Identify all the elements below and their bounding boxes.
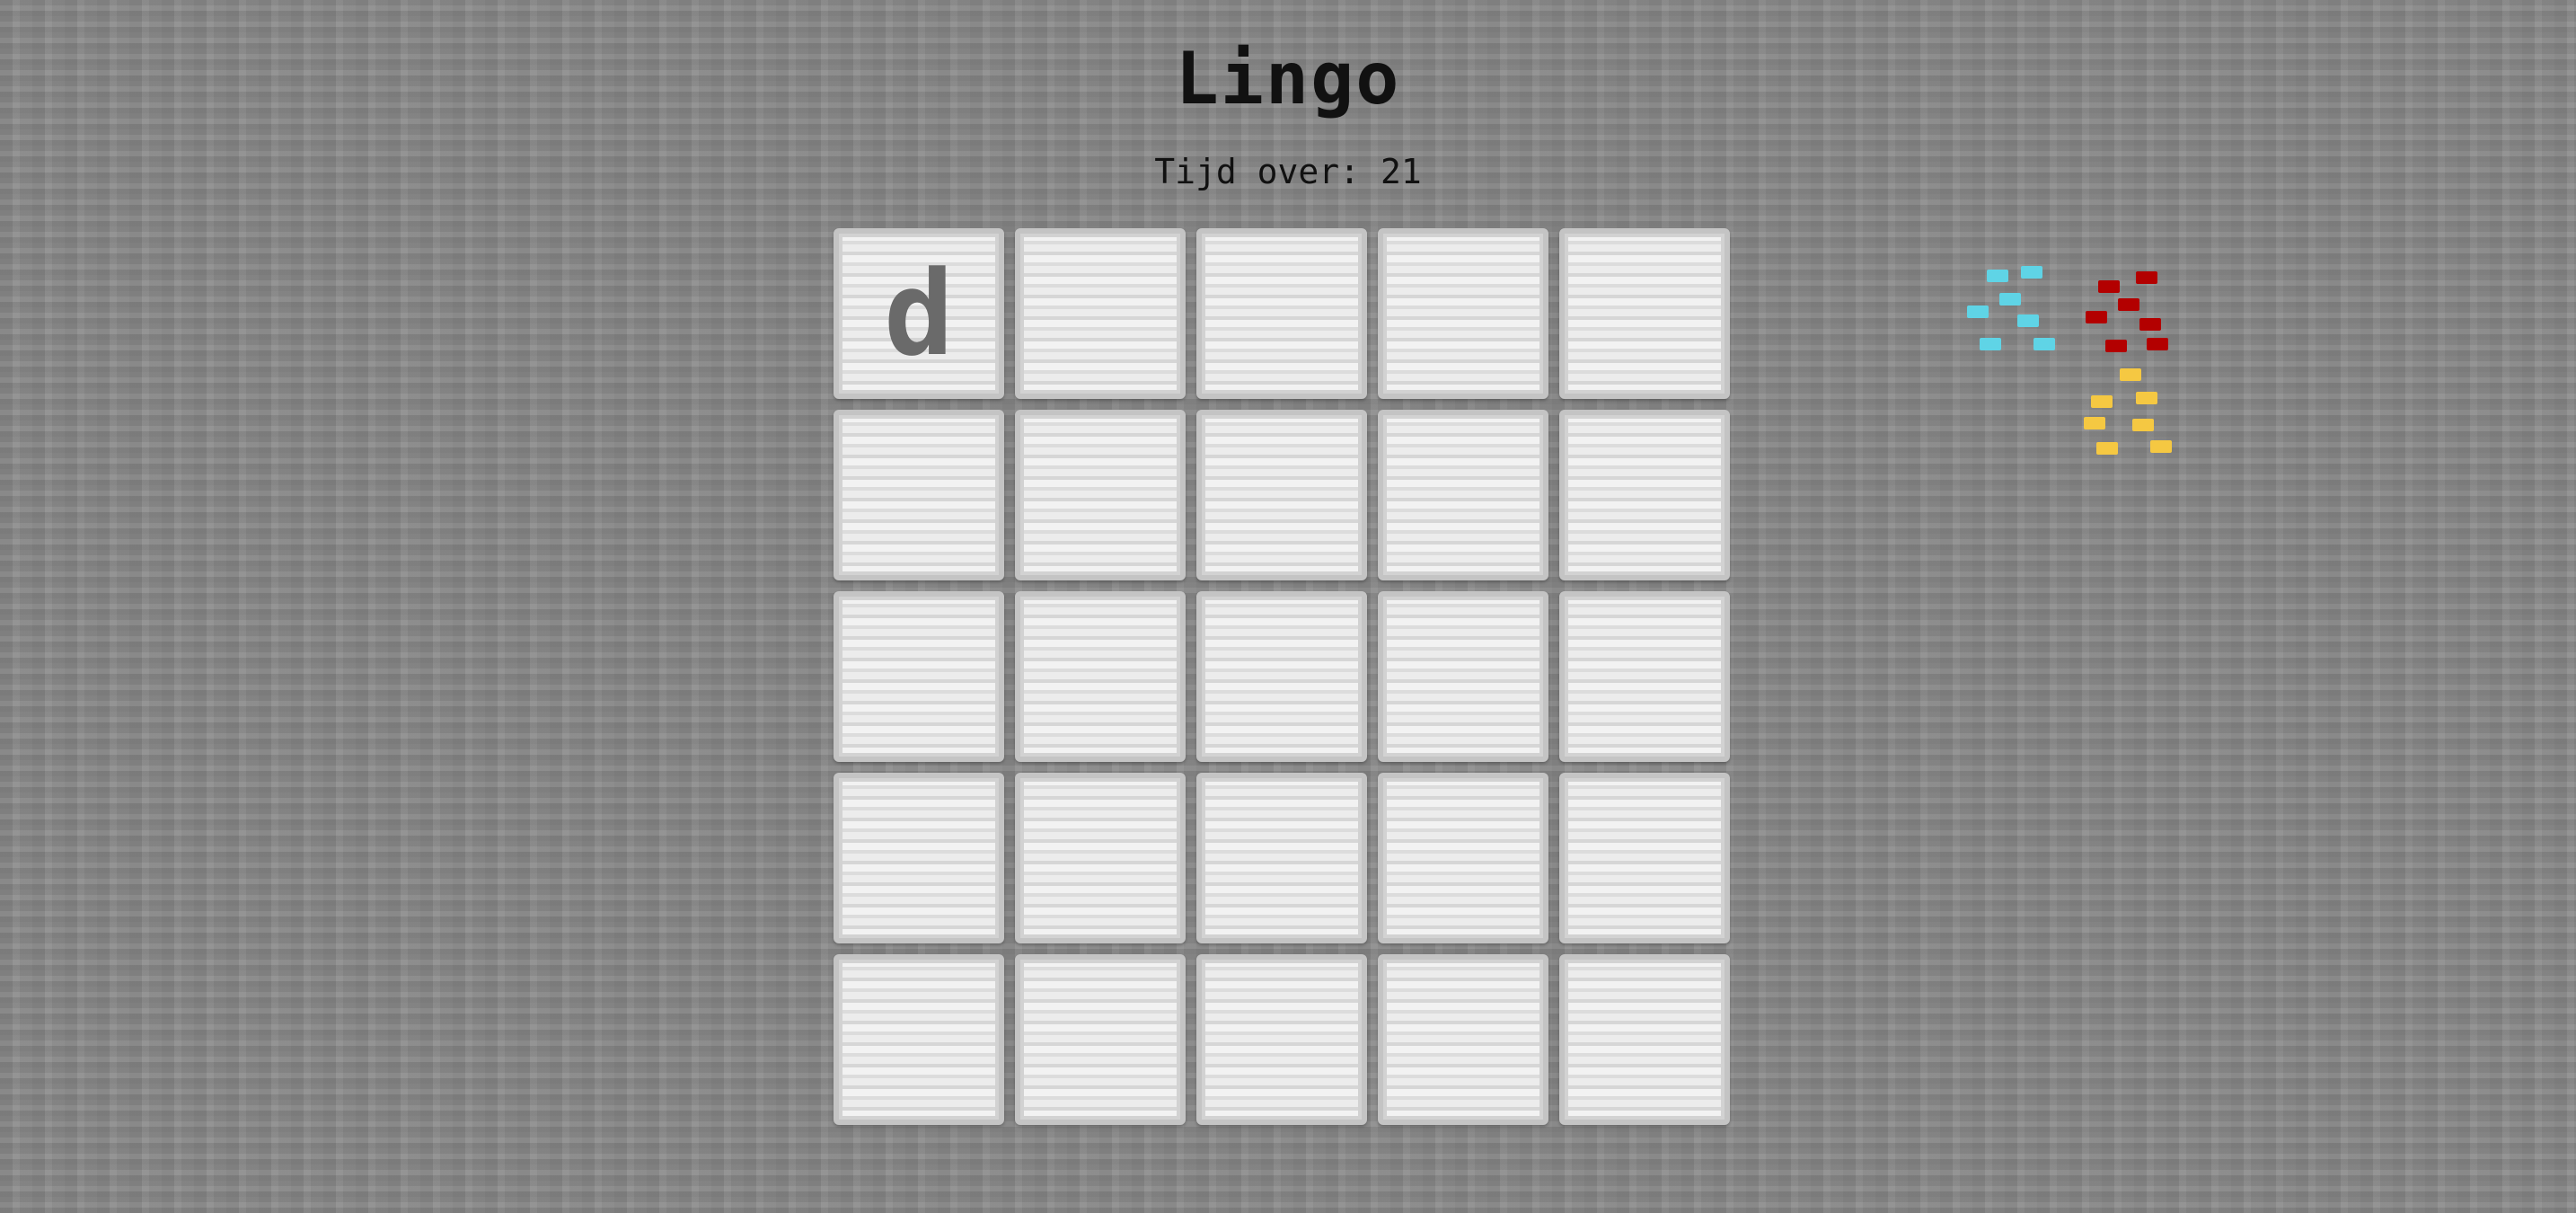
board-cell-r3c5: [1559, 591, 1730, 762]
board-cell-r2c1: [834, 410, 1004, 580]
board-cell-r5c4: [1378, 954, 1548, 1125]
lingo-board: d: [834, 228, 1730, 1125]
board-cell-r3c2: [1015, 591, 1186, 762]
board-cell-r1c2: [1015, 228, 1186, 399]
page-title: Lingo: [1175, 37, 1401, 120]
board-cell-r3c4: [1378, 591, 1548, 762]
diamond-ore-icon: [1967, 266, 2066, 356]
board-cell-r5c3: [1196, 954, 1367, 1125]
gold-ore-icon: [2084, 368, 2183, 458]
timer-label: Tijd over: 21: [1154, 152, 1422, 191]
board-cell-r2c2: [1015, 410, 1186, 580]
board-cell-r4c3: [1196, 773, 1367, 943]
board-cell-r1c3: [1196, 228, 1367, 399]
board-cell-r2c3: [1196, 410, 1367, 580]
board-cell-r4c4: [1378, 773, 1548, 943]
board-cell-r4c1: [834, 773, 1004, 943]
board-cell-r1c5: [1559, 228, 1730, 399]
board-cell-r5c1: [834, 954, 1004, 1125]
board-cell-r2c5: [1559, 410, 1730, 580]
board-cell-r3c3: [1196, 591, 1367, 762]
board-cell-r4c5: [1559, 773, 1730, 943]
board-cell-r1c1: d: [834, 228, 1004, 399]
board-cell-r4c2: [1015, 773, 1186, 943]
redstone-ore-icon: [2084, 271, 2174, 361]
board-cell-r5c2: [1015, 954, 1186, 1125]
board-cell-r2c4: [1378, 410, 1548, 580]
board-cell-r3c1: [834, 591, 1004, 762]
board-cell-r5c5: [1559, 954, 1730, 1125]
board-cell-r1c4: [1378, 228, 1548, 399]
